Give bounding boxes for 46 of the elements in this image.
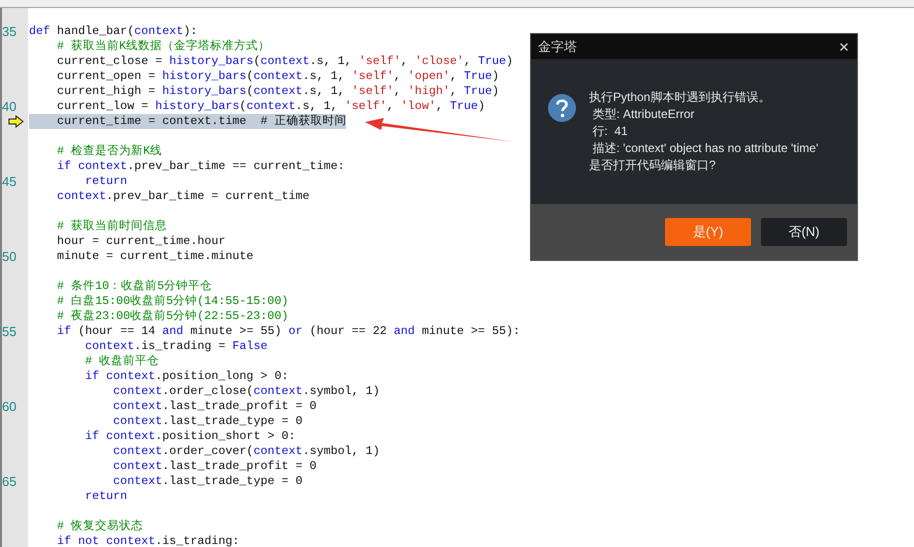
question-icon (547, 93, 577, 123)
line-number: 60 (2, 399, 16, 414)
code-line: context.last_trade_type = 0 (112, 414, 303, 429)
message-line: 行: 41 (591, 123, 629, 140)
dialog-button[interactable]: 否(N) (761, 218, 847, 246)
code-line: # 获取当前K线数据（金字塔标准方式） (56, 39, 270, 54)
code-line: context.last_trade_type = 0 (112, 474, 303, 489)
line-number: 35 (2, 24, 16, 39)
code-line: current_low = history_bars(context.s, 1, 'self', 'low', True) (56, 99, 485, 114)
code-line: # 收盘前平仓 (84, 354, 160, 369)
code-line: context.order_cover(context.symbol, 1) (112, 444, 380, 459)
code-line: # 获取当前时间信息 (56, 219, 168, 234)
code-line: # 白盘15:00收盘前5分钟(14:55-15:00) (56, 294, 288, 309)
code-line: context.is_trading = False (84, 339, 268, 354)
line-number: 45 (2, 174, 16, 189)
code-line: current_open = history_bars(context.s, 1, 'self', 'open', True) (56, 69, 499, 84)
message-line: 描述: 'context' object has no attribute 'time' (591, 140, 818, 157)
line-number: 40 (2, 99, 16, 114)
code-line: context.order_close(context.symbol, 1) (112, 384, 380, 399)
dialog-title: 金字塔 (538, 38, 577, 56)
code-line: if context.position_long > 0: (84, 369, 289, 384)
code-line: context.prev_bar_time = current_time (56, 189, 310, 204)
message-line: 执行Python脚本时遇到执行错误。 (589, 89, 772, 106)
code-line: current_close = history_bars(context.s, 1, 'self', 'close', True) (56, 54, 514, 69)
code-line: if (hour == 14 and minute >= 55) or (hour == 22 and minute >= 55): (56, 324, 520, 339)
line-number: 55 (2, 324, 16, 339)
code-line: if not context.is_trading: (56, 534, 240, 547)
code-line: minute = current_time.minute (56, 249, 254, 264)
close-icon[interactable] (838, 40, 850, 52)
code-line: current_high = history_bars(context.s, 1, 'self', 'high', True) (56, 84, 499, 99)
code-line: context.last_trade_profit = 0 (112, 459, 317, 474)
code-line: if context.position_short > 0: (84, 429, 296, 444)
code-line: return (84, 174, 128, 189)
code-line: # 检查是否为新K线 (56, 144, 162, 159)
message-line: 是否打开代码编辑窗口? (589, 157, 717, 174)
code-line: hour = current_time.hour (56, 234, 226, 249)
code-line: # 条件10：收盘前5分钟平仓 (56, 279, 212, 294)
code-line: # 恢复交易状态 (56, 519, 144, 534)
message-line: 类型: AttributeError (591, 106, 696, 123)
code-line: # 夜盘23:00收盘前5分钟(22:55-23:00) (56, 309, 288, 324)
code-line: def handle_bar(context): (29, 24, 198, 39)
code-line: context.last_trade_profit = 0 (112, 399, 317, 414)
line-number: 50 (2, 249, 16, 264)
line-number: 65 (2, 474, 16, 489)
code-line: if context.prev_bar_time == current_time: (56, 159, 345, 174)
code-line: return (84, 489, 128, 504)
